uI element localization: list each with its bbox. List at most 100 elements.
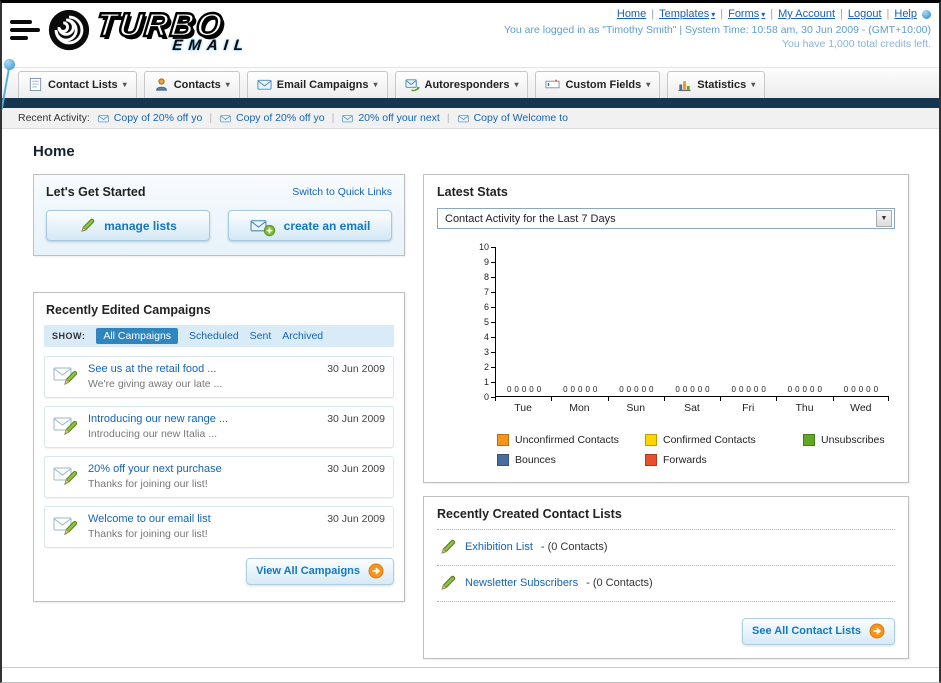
chevron-down-icon: ▾ (646, 80, 651, 89)
show-label: SHOW: (52, 331, 86, 341)
bar-value-label: 0 (570, 385, 575, 394)
campaign-list-item[interactable]: 20% off your next purchase Thanks for jo… (44, 456, 394, 498)
contact-list-link[interactable]: Newsletter Subscribers (465, 577, 578, 589)
bar-value-label: 0 (675, 385, 680, 394)
x-axis-label: Mon (551, 397, 607, 414)
tab-custom-fields[interactable]: Custom Fields ▾ (535, 71, 661, 98)
nav-forms-link[interactable]: Forms ▾ (728, 8, 765, 20)
nav-templates-link[interactable]: Templates ▾ (659, 8, 715, 20)
edit-envelope-icon (53, 363, 80, 387)
x-axis-label: Thu (776, 397, 832, 414)
campaign-filters: SHOW: All Campaigns Scheduled Sent Archi… (44, 325, 394, 347)
campaign-title-link[interactable]: Introducing our new range ... (88, 413, 319, 425)
campaign-date: 30 Jun 2009 (327, 513, 385, 525)
filter-all-campaigns[interactable]: All Campaigns (96, 328, 179, 344)
campaign-list-item[interactable]: Introducing our new range ... Introducin… (44, 406, 394, 448)
y-axis-tick: 6 (484, 302, 495, 312)
create-email-button[interactable]: create an email (228, 210, 392, 241)
custom-fields-icon (545, 77, 560, 92)
nav-my-account-link[interactable]: My Account (778, 8, 835, 20)
recent-activity-link[interactable]: Copy of 20% off yo (236, 112, 325, 124)
recent-activity-item[interactable]: Copy of 20% off yo (97, 112, 203, 124)
chevron-down-icon: ▾ (761, 9, 766, 19)
page-title: Home (33, 143, 75, 160)
contact-activity-chart: 10 9 8 7 6 5 4 3 2 1 0 000000000000000000000000000… (471, 242, 890, 466)
stats-panel-title: Latest Stats (437, 185, 508, 199)
statistics-icon (677, 77, 692, 92)
logo-word: TURBO (93, 4, 227, 44)
y-axis-tick: 7 (484, 287, 495, 297)
edit-envelope-icon (53, 413, 80, 437)
contact-lists-icon (28, 77, 43, 92)
main-nav-tabs: Contact Lists ▾ Contacts ▾ Email Campaig… (2, 67, 939, 98)
campaign-list-item[interactable]: Welcome to our email list Thanks for joi… (44, 506, 394, 548)
campaign-title-link[interactable]: Welcome to our email list (88, 513, 319, 525)
recent-activity-link[interactable]: Copy of Welcome to (474, 112, 568, 124)
tab-label: Email Campaigns (276, 78, 369, 91)
nav-home-link[interactable]: Home (617, 8, 646, 20)
chevron-down-icon: ▾ (751, 80, 756, 89)
envelope-icon (341, 113, 354, 124)
bar-group: 00000 (721, 386, 777, 396)
tab-contact-lists[interactable]: Contact Lists ▾ (18, 71, 137, 98)
bar-group: 00000 (496, 386, 552, 396)
campaign-date: 30 Jun 2009 (327, 413, 385, 425)
pencil-icon (79, 217, 96, 234)
bar-value-label: 0 (817, 385, 822, 394)
login-info: You are logged in as "Timothy Smith" | S… (504, 24, 931, 36)
switch-quick-links-link[interactable]: Switch to Quick Links (292, 186, 392, 198)
utility-nav: Home | Templates ▾ | Forms ▾ | My Account … (504, 8, 931, 20)
edit-envelope-icon (53, 513, 80, 537)
tab-contacts[interactable]: Contacts ▾ (143, 71, 240, 98)
view-all-campaigns-label: View All Campaigns (256, 565, 360, 577)
header-right: Home | Templates ▾ | Forms ▾ | My Account … (504, 8, 931, 50)
manage-lists-button[interactable]: manage lists (46, 210, 210, 241)
stats-period-select[interactable]: Contact Activity for the Last 7 Days ▼ (437, 208, 895, 229)
help-indicator-dot[interactable] (922, 9, 931, 19)
legend-item-forwards: Forwards (645, 454, 803, 466)
bar-value-label: 0 (746, 385, 751, 394)
manage-lists-label: manage lists (104, 218, 177, 233)
contact-list-item[interactable]: Newsletter Subscribers - (0 Contacts) (437, 566, 895, 602)
bar-value-label: 0 (506, 385, 512, 394)
stats-period-value: Contact Activity for the Last 7 Days (445, 212, 616, 225)
get-started-title: Let's Get Started (46, 185, 146, 199)
y-axis-tick: 8 (484, 272, 495, 282)
recent-activity-item[interactable]: 20% off your next (341, 112, 440, 124)
contact-list-count: - (0 Contacts) (540, 541, 608, 553)
tab-autoresponders[interactable]: Autoresponders ▾ (394, 71, 529, 98)
view-all-campaigns-button[interactable]: View All Campaigns (246, 558, 394, 585)
legend-swatch-icon (497, 454, 509, 466)
nav-separator: | (651, 8, 655, 20)
filter-archived[interactable]: Archived (282, 330, 323, 342)
see-all-contact-lists-label: See All Contact Lists (751, 625, 861, 637)
logo-text: TURBO EMAIL (93, 4, 253, 54)
recent-activity-item[interactable]: Copy of 20% off yo (219, 112, 325, 124)
bar-value-label: 0 (843, 385, 849, 394)
campaign-title-link[interactable]: See us at the retail food ... (88, 363, 319, 375)
right-column: Latest Stats Contact Activity for the La… (423, 174, 909, 659)
campaign-list-item[interactable]: See us at the retail food ... We're givi… (44, 356, 394, 398)
y-axis-tick: 5 (484, 317, 495, 327)
contact-list-item[interactable]: Exhibition List - (0 Contacts) (437, 530, 895, 566)
campaign-title-link[interactable]: 20% off your next purchase (88, 463, 319, 475)
bar-value-label: 0 (802, 385, 807, 394)
tab-email-campaigns[interactable]: Email Campaigns ▾ (246, 71, 388, 98)
x-axis-label: Sat (663, 397, 720, 414)
filter-sent[interactable]: Sent (250, 330, 272, 342)
recent-activity-item[interactable]: Copy of Welcome to (457, 112, 568, 124)
nav-logout-link[interactable]: Logout (848, 8, 882, 20)
see-all-contact-lists-button[interactable]: See All Contact Lists (741, 618, 895, 645)
recent-activity-link[interactable]: Copy of 20% off yo (114, 112, 203, 124)
chevron-down-icon: ▾ (373, 80, 378, 89)
bar-value-label: 0 (858, 385, 864, 394)
legend-label: Bounces (515, 454, 556, 466)
logo-sub: EMAIL (171, 36, 250, 54)
tab-statistics[interactable]: Statistics ▾ (667, 71, 766, 98)
contact-list-link[interactable]: Exhibition List (465, 541, 533, 553)
recent-activity-link[interactable]: 20% off your next (358, 112, 440, 124)
campaign-subtitle: Introducing our new Italia ... (88, 428, 217, 440)
nav-help-link[interactable]: Help (894, 8, 917, 20)
filter-scheduled[interactable]: Scheduled (189, 330, 239, 342)
bar-value-label: 0 (761, 385, 766, 394)
